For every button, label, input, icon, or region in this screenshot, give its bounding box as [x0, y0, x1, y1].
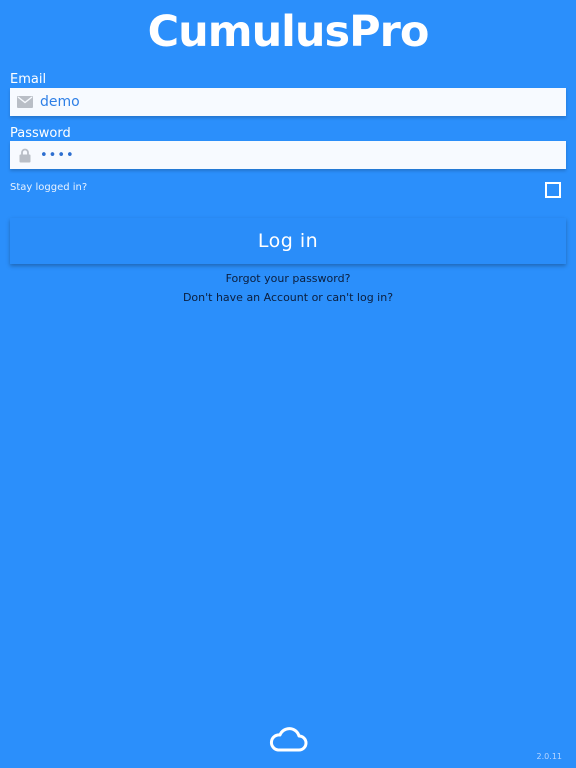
password-label: Password: [10, 126, 71, 141]
mail-icon: [10, 88, 40, 116]
no-account-link[interactable]: Don't have an Account or can't log in?: [0, 291, 576, 304]
stay-logged-in-label: Stay logged in?: [10, 182, 88, 193]
password-input[interactable]: ••••: [40, 148, 566, 163]
app-logo: CumulusPro: [147, 7, 430, 57]
forgot-password-link[interactable]: Forgot your password?: [0, 272, 576, 285]
stay-logged-in-checkbox[interactable]: [545, 182, 561, 198]
email-field[interactable]: demo: [10, 88, 566, 116]
app-version: 2.0.11: [536, 752, 562, 761]
email-label: Email: [10, 72, 47, 87]
email-input[interactable]: demo: [40, 94, 566, 110]
lock-icon: [10, 141, 40, 169]
password-field[interactable]: ••••: [10, 141, 566, 169]
login-button[interactable]: Log in: [10, 218, 566, 264]
cloud-icon: [269, 727, 308, 752]
